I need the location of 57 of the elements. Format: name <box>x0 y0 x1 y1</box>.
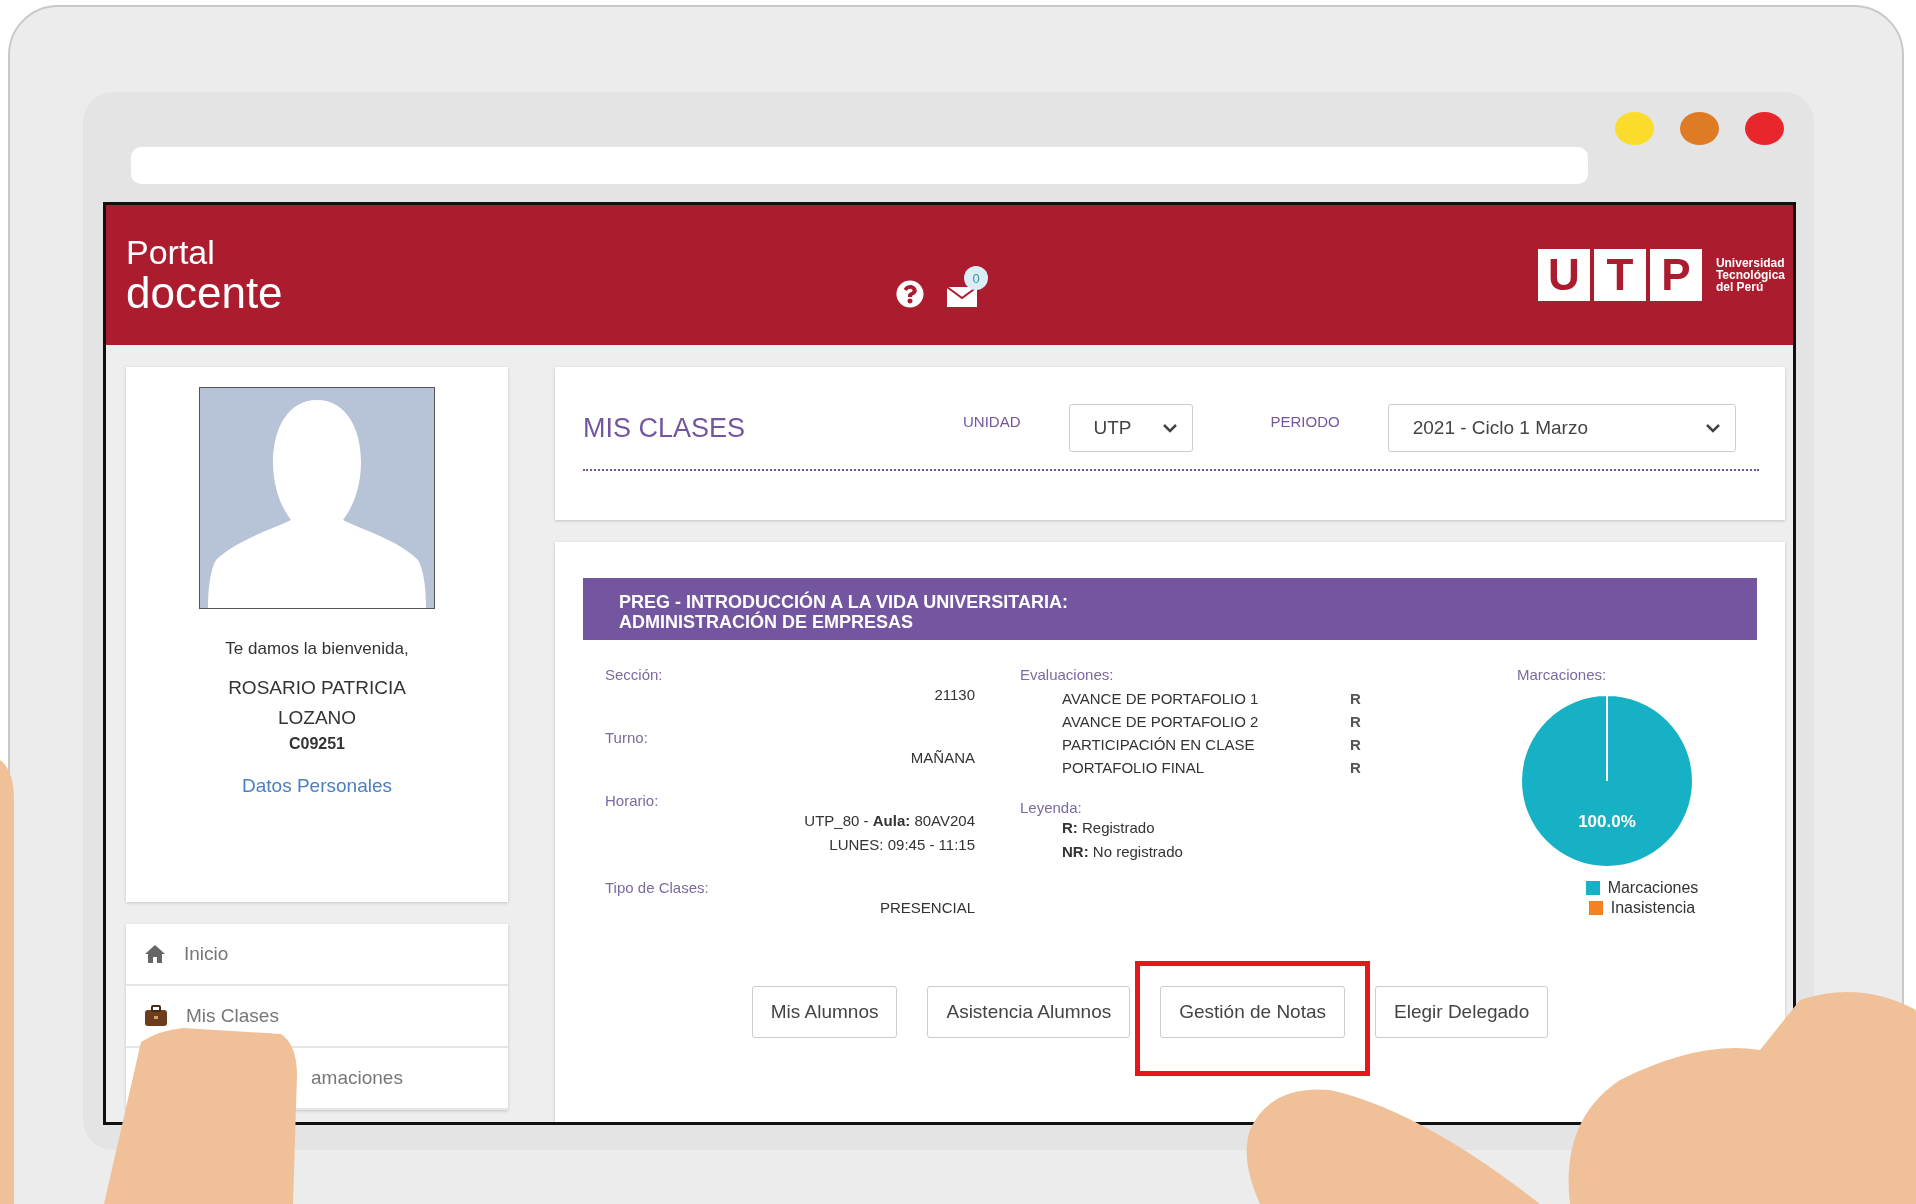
personal-data-link[interactable]: Datos Personales <box>242 775 392 797</box>
field-label: Leyenda: <box>1020 799 1083 816</box>
section-title: MIS CLASES <box>583 412 747 444</box>
evaluation-grade: R <box>1350 735 1361 755</box>
field-value: LUNES: 09:45 - 11:15 <box>828 835 975 855</box>
logo-letter: T <box>1593 249 1646 301</box>
legend-text: NR: No registrado <box>1061 842 1184 862</box>
welcome-text: Te damos la bienvenida, <box>225 639 409 659</box>
logo-letter: P <box>1649 249 1702 301</box>
menu-item[interactable]: Inicio <box>126 924 508 986</box>
field-value: 21130 <box>933 685 975 705</box>
logo-text: Tecnológica <box>1715 269 1785 281</box>
evaluation-name: AVANCE DE PORTAFOLIO 2 <box>1062 712 1260 732</box>
notification-badge: 0 <box>964 266 988 290</box>
logo-text: del Perú <box>1715 281 1764 293</box>
action-button[interactable]: Gestión de Notas <box>1160 986 1346 1038</box>
field-label: Marcaciones: <box>1517 666 1608 683</box>
field-label: Turno: <box>605 729 649 746</box>
field-label: Horario: <box>605 792 660 809</box>
action-button[interactable]: Mis Alumnos <box>751 986 898 1038</box>
period-label: PERIODO <box>1270 412 1340 430</box>
chevron-down-icon <box>1161 423 1178 433</box>
mail-icon[interactable] <box>946 284 978 308</box>
legend-text: R: Registrado <box>1061 818 1156 838</box>
field-value: MAÑANA <box>909 748 975 768</box>
legend-label: Marcaciones <box>1607 879 1699 897</box>
legend-label: Inasistencia <box>1610 899 1696 917</box>
field-label: Sección: <box>605 666 664 683</box>
field-value: PRESENCIAL <box>878 898 975 918</box>
field-label: Tipo de Clases: <box>605 879 710 896</box>
action-button[interactable]: Asistencia Alumnos <box>927 986 1131 1038</box>
period-select[interactable]: 2021 - Ciclo 1 Marzo <box>1387 404 1736 452</box>
unit-label: UNIDAD <box>963 412 1021 430</box>
user-code: C09251 <box>288 735 345 753</box>
evaluation-name: PARTICIPACIÓN EN CLASE <box>1062 735 1256 755</box>
portal-title: Portal <box>126 234 216 270</box>
evaluation-grade: R <box>1350 689 1361 709</box>
evaluation-name: AVANCE DE PORTAFOLIO 1 <box>1062 689 1260 709</box>
help-icon[interactable] <box>896 280 924 308</box>
evaluation-grade: R <box>1350 758 1361 778</box>
chevron-down-icon <box>1704 423 1721 433</box>
window-dot[interactable] <box>1615 112 1654 145</box>
evaluation-name: PORTAFOLIO FINAL <box>1062 758 1205 778</box>
action-button[interactable]: Elegir Delegado <box>1375 986 1549 1038</box>
window-dot[interactable] <box>1680 112 1719 145</box>
window-dot[interactable] <box>1745 112 1784 145</box>
data-label: 100.0% <box>1578 812 1636 831</box>
unit-select[interactable]: UTP <box>1068 404 1193 452</box>
field-value: UTP_80 - Aula: 80AV204 <box>803 811 975 831</box>
portal-subtitle: docente <box>126 270 284 316</box>
logo-letter: U <box>1537 249 1590 301</box>
home-icon <box>144 944 166 964</box>
user-name: ROSARIO PATRICIA LOZANO <box>227 676 407 730</box>
briefcase-icon <box>144 1005 168 1027</box>
field-label: Evaluaciones: <box>1020 666 1115 683</box>
logo-text: Universidad <box>1715 257 1785 269</box>
evaluation-grade: R <box>1350 712 1361 732</box>
